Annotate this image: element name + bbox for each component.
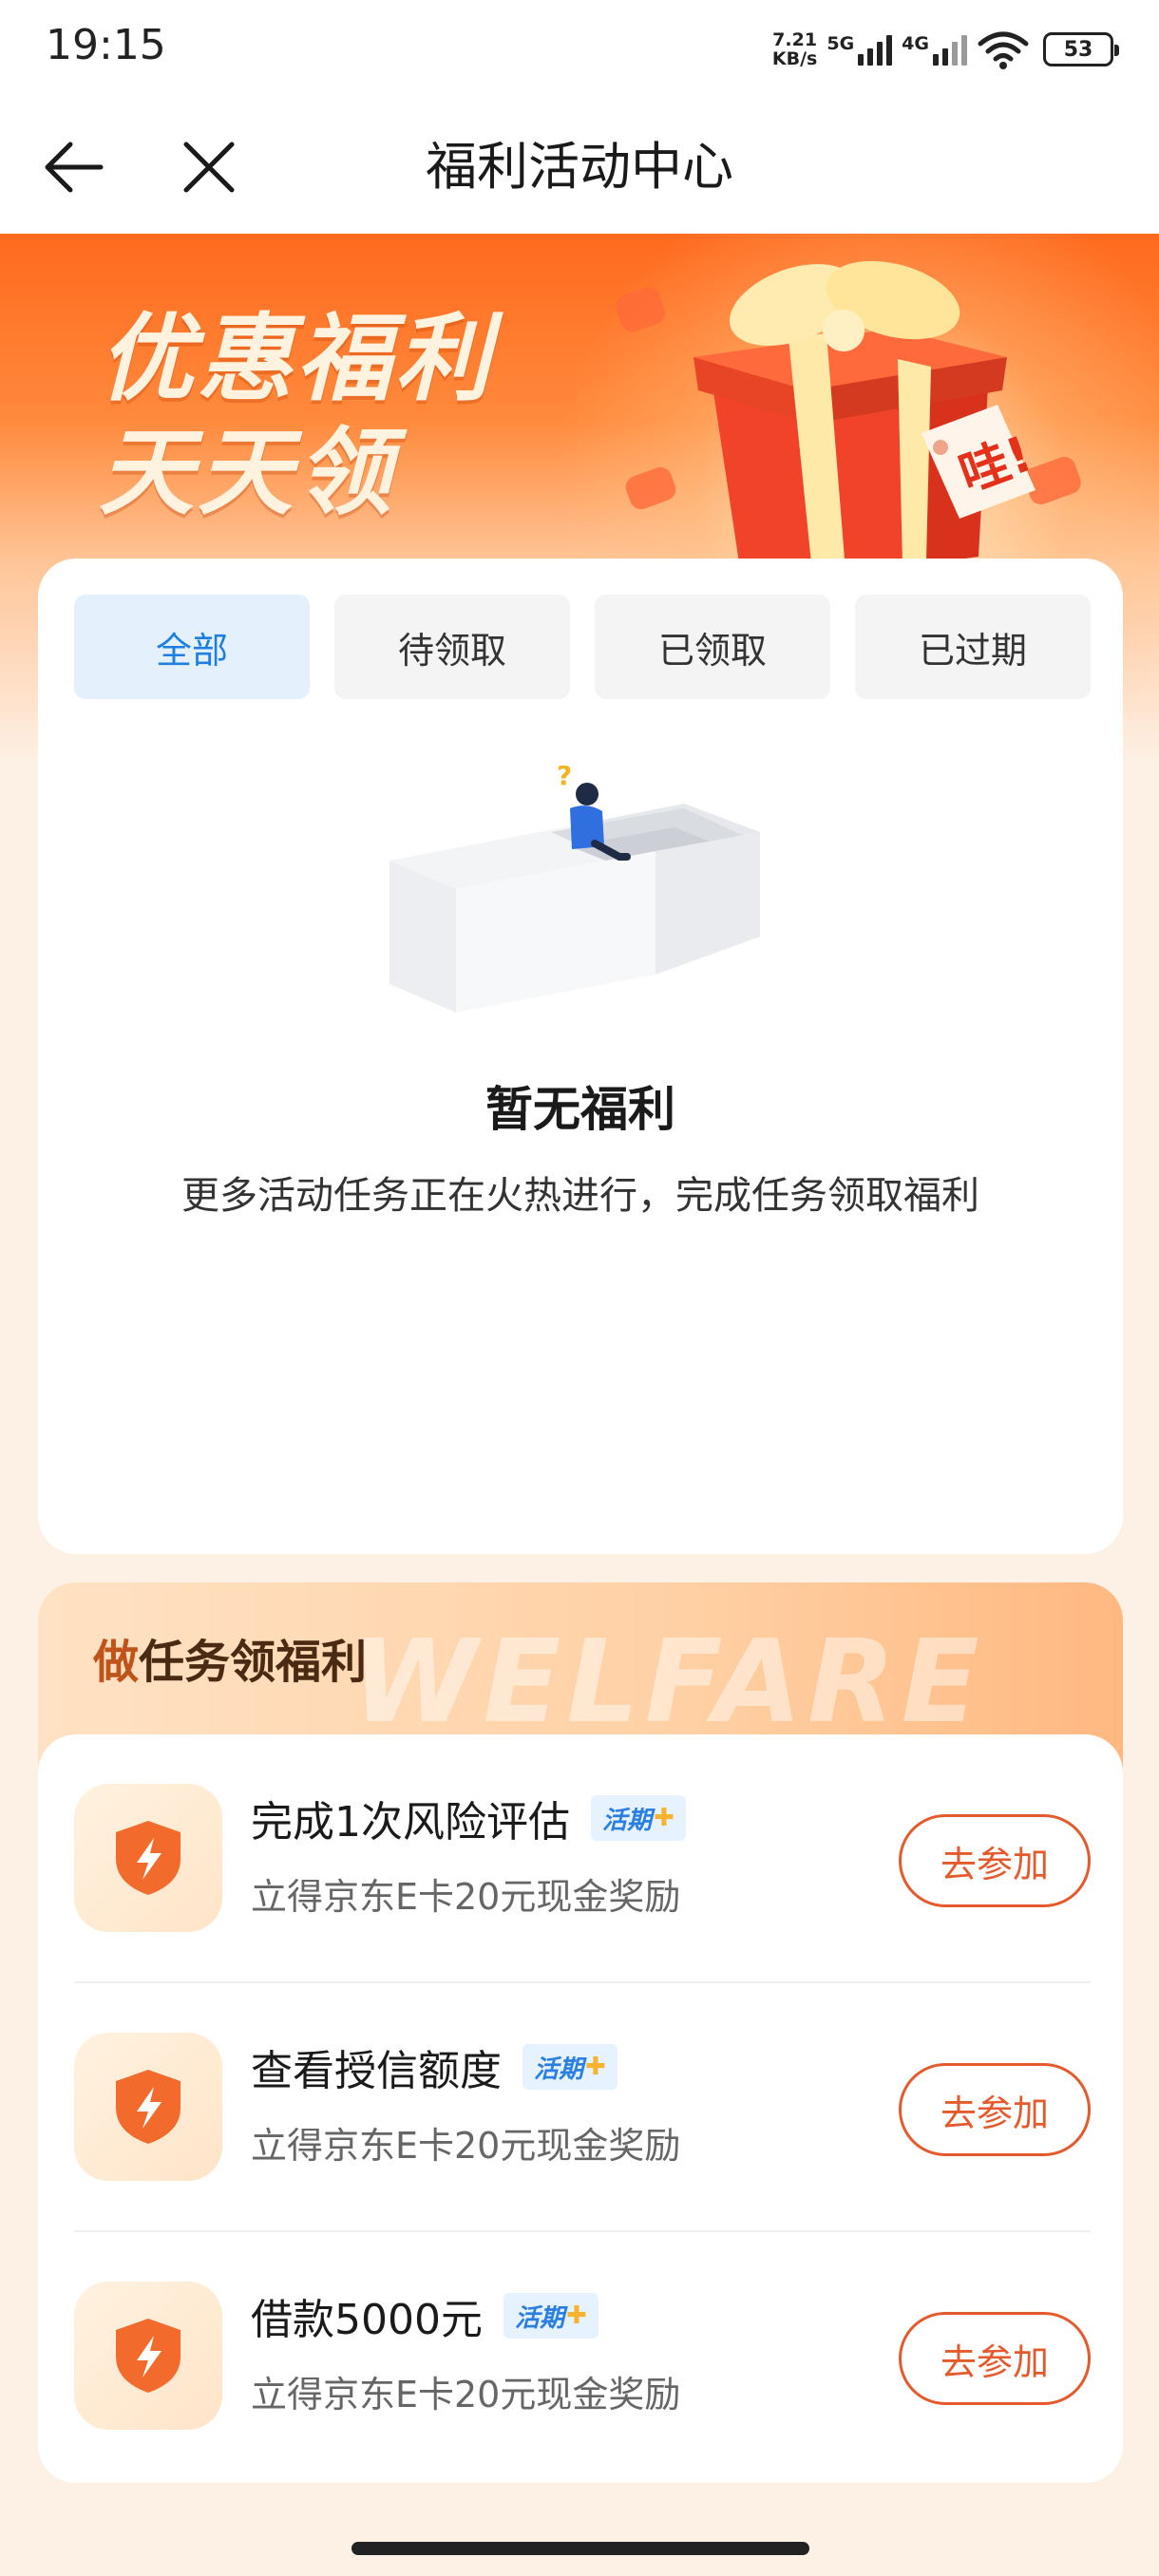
tasks-watermark: WELFARE <box>352 1617 985 1749</box>
welfare-list-card: 全部 待领取 已领取 已过期 ? 暂无福利 更多活动任务正在火热进行，完成任务领… <box>38 559 1123 1554</box>
empty-box-illustration: ? <box>390 766 760 1013</box>
battery-level: 53 <box>1063 37 1093 62</box>
tasks-title-first-char: 做 <box>93 1636 140 1689</box>
task-reward: 立得京东E卡20元现金奖励 <box>251 2374 681 2415</box>
tab-expired[interactable]: 已过期 <box>855 595 1091 699</box>
tab-pending[interactable]: 待领取 <box>334 595 570 699</box>
filter-tabs: 全部 待领取 已领取 已过期 <box>74 595 1091 699</box>
battery-icon: 53 <box>1043 32 1119 66</box>
network-speed-unit: KB/s <box>771 48 818 69</box>
network-speed: 7.21 KB/s <box>772 30 817 68</box>
task-name: 借款5000元 活期 ✚ <box>251 2285 598 2346</box>
tasks-title: 做任务领福利 <box>93 1624 367 1691</box>
task-icon-tile <box>74 2282 222 2430</box>
empty-state-description: 更多活动任务正在火热进行，完成任务领取福利 <box>181 1174 979 1218</box>
signal-5g-label: 5G <box>826 33 855 54</box>
banner-subheadline: 天天领 <box>99 417 395 528</box>
gift-box-icon: 哇! <box>694 260 1039 576</box>
tab-claimed[interactable]: 已领取 <box>595 595 830 699</box>
badge-text: 活期 <box>514 2303 564 2333</box>
tasks-list: 完成1次风险评估 活期 ✚ 立得京东E卡20元现金奖励 去参加 查看授信额度 活期… <box>38 1734 1123 2483</box>
badge-text: 活期 <box>534 2055 584 2084</box>
plus-icon: ✚ <box>585 2053 606 2081</box>
question-mark: ? <box>557 766 572 791</box>
wifi-icon <box>978 31 1029 69</box>
status-icons: 7.21 KB/s 5G 4G 53 <box>772 23 1119 76</box>
status-time: 19:15 <box>46 21 166 69</box>
task-reward: 立得京东E卡20元现金奖励 <box>251 2125 681 2167</box>
task-reward: 立得京东E卡20元现金奖励 <box>251 1876 681 1918</box>
screen: 19:15 7.21 KB/s 5G 4G 53 福利活动中心 优惠福利 天天领… <box>0 0 1159 2576</box>
task-icon-tile <box>74 1784 222 1932</box>
task-name: 完成1次风险评估 活期 ✚ <box>251 1788 686 1848</box>
status-bar: 19:15 7.21 KB/s 5G 4G 53 <box>0 0 1159 95</box>
tasks-card: WELFARE 做任务领福利 完成1次风险评估 活期 ✚ 立得京东E卡20元现金奖… <box>38 1582 1123 2483</box>
shield-lightning-icon <box>116 1821 180 1895</box>
plus-icon: ✚ <box>566 2301 587 2330</box>
demand-deposit-badge: 活期 ✚ <box>591 1795 686 1841</box>
signal-bars-icon <box>933 33 967 66</box>
task-name-text: 查看授信额度 <box>251 2047 502 2095</box>
tab-all[interactable]: 全部 <box>74 595 310 699</box>
nav-bar: 福利活动中心 <box>0 95 1159 234</box>
task-item: 查看授信额度 活期 ✚ 立得京东E卡20元现金奖励 去参加 <box>74 1983 1091 2232</box>
join-button[interactable]: 去参加 <box>899 2063 1091 2156</box>
signal-5g: 5G <box>826 33 893 66</box>
network-speed-value: 7.21 <box>772 29 818 50</box>
tasks-title-rest: 任务领福利 <box>139 1636 368 1689</box>
plus-icon: ✚ <box>654 1804 674 1832</box>
page-title: 福利活动中心 <box>426 137 733 197</box>
task-name-text: 借款5000元 <box>251 2296 483 2344</box>
task-item: 借款5000元 活期 ✚ 立得京东E卡20元现金奖励 去参加 <box>74 2232 1091 2481</box>
shield-lightning-icon <box>116 2319 180 2393</box>
signal-4g: 4G <box>902 33 967 66</box>
task-item: 完成1次风险评估 活期 ✚ 立得京东E卡20元现金奖励 去参加 <box>74 1734 1091 1983</box>
empty-state-title: 暂无福利 <box>485 1082 675 1137</box>
home-indicator[interactable] <box>352 2542 809 2555</box>
task-name: 查看授信额度 活期 ✚ <box>251 2036 618 2097</box>
join-button[interactable]: 去参加 <box>899 2312 1091 2405</box>
demand-deposit-badge: 活期 ✚ <box>522 2044 618 2090</box>
signal-bars-icon <box>858 33 893 66</box>
shield-lightning-icon <box>116 2070 180 2144</box>
demand-deposit-badge: 活期 ✚ <box>503 2293 598 2339</box>
task-icon-tile <box>74 2033 222 2181</box>
badge-text: 活期 <box>602 1806 653 1835</box>
signal-4g-label: 4G <box>902 33 929 54</box>
task-name-text: 完成1次风险评估 <box>251 1798 570 1847</box>
join-button[interactable]: 去参加 <box>899 1814 1091 1907</box>
